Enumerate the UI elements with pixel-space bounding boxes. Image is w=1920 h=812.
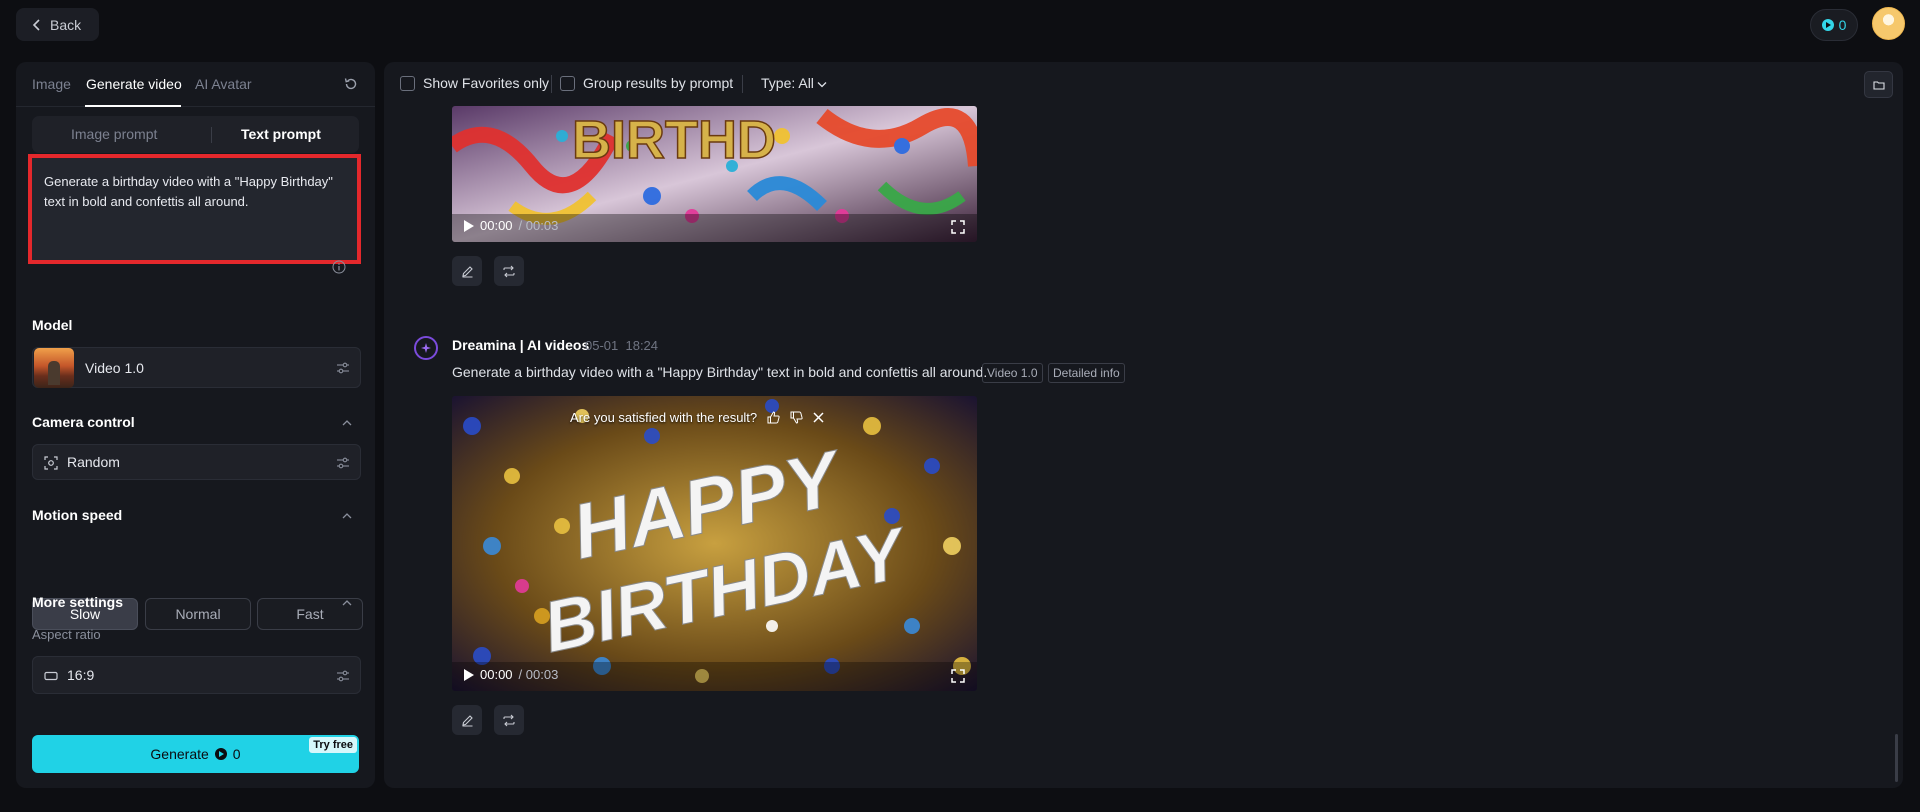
author-name: Dreamina | AI videos — [452, 337, 590, 353]
video-controls: 00:00 / 00:03 — [464, 218, 558, 233]
regenerate-button[interactable] — [494, 256, 524, 286]
sliders-icon[interactable] — [336, 361, 350, 375]
video-overlay-text: BIRTHD — [572, 110, 776, 170]
chevron-up-icon[interactable] — [341, 512, 353, 520]
results-toolbar: Show Favorites only Group results by pro… — [384, 62, 1903, 106]
settings-panel: Image Generate video AI Avatar Image pro… — [16, 62, 375, 788]
focus-icon — [44, 456, 58, 470]
model-selector[interactable]: Video 1.0 — [32, 347, 361, 388]
dreamina-avatar — [414, 336, 438, 360]
group-results-label[interactable]: Group results by prompt — [583, 75, 733, 91]
edit-icon — [461, 265, 473, 278]
chevron-up-icon[interactable] — [341, 599, 353, 607]
aspect-ratio-selector[interactable]: 16:9 — [32, 656, 361, 694]
image-prompt-option[interactable]: Image prompt — [71, 126, 157, 142]
motion-speed-label: Motion speed — [32, 507, 123, 523]
try-free-badge: Try free — [309, 737, 357, 753]
fullscreen-icon[interactable] — [951, 669, 965, 683]
active-tab-indicator — [85, 105, 181, 107]
aspect-ratio-label: Aspect ratio — [32, 627, 101, 642]
generation-date: 05-01 18:24 — [585, 338, 659, 353]
model-label: Model — [32, 317, 73, 333]
camera-control-selector[interactable]: Random — [32, 444, 361, 480]
model-tag: Video 1.0 — [982, 363, 1043, 383]
video-controls: 00:00 / 00:03 — [464, 667, 558, 682]
video-duration: / 00:03 — [518, 218, 559, 233]
play-icon[interactable] — [464, 219, 474, 232]
edit-icon — [461, 714, 473, 727]
prompt-mode-switch: Image prompt Text prompt — [32, 116, 359, 153]
back-label: Back — [50, 16, 82, 33]
sliders-icon[interactable] — [336, 456, 350, 470]
tab-image[interactable]: Image — [32, 76, 71, 92]
type-filter-dropdown[interactable]: Type: All — [761, 75, 814, 91]
edit-button[interactable] — [452, 256, 482, 286]
generation-prompt: Generate a birthday video with a "Happy … — [452, 364, 988, 380]
tab-generate-video[interactable]: Generate video — [86, 76, 182, 92]
group-results-checkbox[interactable] — [560, 76, 575, 91]
video-thumbnail: HAPPY BIRTHDAY — [452, 396, 977, 691]
generate-button[interactable]: Generate 0 Try free — [32, 735, 359, 773]
divider — [742, 75, 743, 93]
satisfaction-question: Are you satisfied with the result? — [570, 410, 758, 425]
video-player[interactable]: BIRTHD 00:00 / 00:03 — [452, 106, 977, 242]
mode-tabs: Image Generate video AI Avatar — [16, 62, 375, 107]
info-icon[interactable] — [332, 260, 346, 274]
video-current-time: 00:00 — [480, 218, 513, 233]
video-player[interactable]: HAPPY BIRTHDAY Are you satisfied with th… — [452, 396, 977, 691]
close-icon[interactable] — [813, 412, 824, 423]
divider — [551, 75, 552, 93]
detailed-info-tag[interactable]: Detailed info — [1048, 363, 1125, 383]
credits-count: 0 — [1838, 17, 1847, 33]
reset-icon[interactable] — [343, 76, 359, 92]
video-duration: / 00:03 — [518, 667, 559, 682]
text-prompt-option[interactable]: Text prompt — [241, 126, 321, 142]
dreamina-logo-icon — [421, 343, 431, 353]
camera-value: Random — [67, 454, 120, 470]
camera-control-label: Camera control — [32, 414, 135, 430]
video-current-time: 00:00 — [480, 667, 513, 682]
scrollbar[interactable] — [1895, 734, 1898, 782]
prompt-input[interactable]: Generate a birthday video with a "Happy … — [28, 154, 361, 274]
aspect-ratio-icon — [44, 671, 58, 681]
show-favorites-label[interactable]: Show Favorites only — [423, 75, 549, 91]
model-value: Video 1.0 — [85, 360, 144, 376]
folder-icon — [1872, 80, 1885, 90]
divider — [211, 127, 212, 143]
prompt-text[interactable]: Generate a birthday video with a "Happy … — [44, 172, 344, 212]
top-bar: Back 0 — [0, 0, 1920, 50]
credits-pill[interactable]: 0 — [1810, 9, 1858, 41]
generate-cost: 0 — [232, 746, 241, 762]
aspect-ratio-value: 16:9 — [67, 667, 95, 683]
folder-button[interactable] — [1864, 71, 1893, 98]
user-avatar[interactable] — [1872, 7, 1905, 40]
repeat-icon — [503, 265, 515, 277]
results-panel: Show Favorites only Group results by pro… — [384, 62, 1903, 788]
repeat-icon — [503, 714, 515, 726]
generate-label: Generate — [150, 746, 209, 762]
thumbs-down-icon[interactable] — [790, 411, 803, 424]
back-button[interactable]: Back — [16, 8, 99, 41]
chevron-down-icon[interactable] — [817, 81, 827, 88]
thumbs-up-icon[interactable] — [767, 411, 780, 424]
coin-icon — [214, 748, 227, 760]
sliders-icon[interactable] — [336, 669, 350, 683]
fullscreen-icon[interactable] — [951, 220, 965, 234]
show-favorites-checkbox[interactable] — [400, 76, 415, 91]
chevron-up-icon[interactable] — [341, 419, 353, 427]
chevron-left-icon — [32, 18, 40, 31]
model-thumbnail — [34, 348, 74, 388]
tab-ai-avatar[interactable]: AI Avatar — [195, 76, 252, 92]
edit-button[interactable] — [452, 705, 482, 735]
more-settings-label: More settings — [32, 594, 124, 610]
play-icon[interactable] — [464, 668, 474, 681]
satisfaction-prompt: Are you satisfied with the result? — [570, 410, 824, 425]
regenerate-button[interactable] — [494, 705, 524, 735]
coin-icon — [1821, 19, 1834, 31]
speed-normal-button[interactable]: Normal — [145, 598, 251, 630]
